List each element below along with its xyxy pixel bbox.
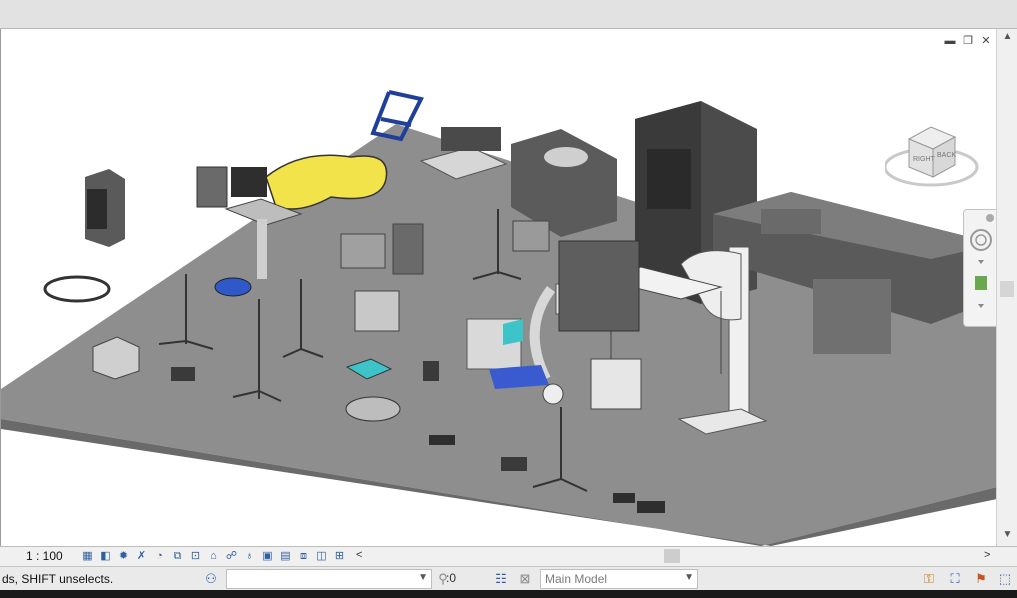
worksets-icon[interactable]: ⚇ — [202, 570, 220, 588]
horizontal-scrollbar[interactable] — [370, 549, 980, 563]
temporary-properties-icon[interactable]: ▣ — [260, 549, 275, 563]
device-small-8[interactable] — [501, 457, 527, 471]
reveal-constraints-icon[interactable]: ⊞ — [332, 549, 347, 563]
taskbar-strip — [0, 590, 1017, 598]
select-by-face-icon[interactable]: ⬚ — [996, 570, 1014, 588]
temporary-hide-icon[interactable]: ☍ — [224, 549, 239, 563]
status-bar: ds, SHIFT unselects. ⚇ ▼ ⚲ :0 ☷ ⊠ Main M… — [0, 566, 1017, 591]
view-cube-icon[interactable]: RIGHT BACK — [883, 125, 981, 191]
editable-count: :0 — [446, 571, 457, 585]
device-small-1[interactable] — [340, 233, 386, 269]
model-dropdown[interactable]: Main Model ▼ — [540, 569, 698, 589]
navigation-bar-icon[interactable] — [964, 210, 997, 326]
3d-viewport[interactable]: ▬ ❐ ✕ RIGHT BACK — [0, 29, 997, 546]
show-crop-icon[interactable]: ⊡ — [188, 549, 203, 563]
status-message: ds, SHIFT unselects. — [2, 572, 114, 586]
sun-path-icon[interactable]: ✹ — [116, 549, 131, 563]
vertical-scroll-thumb[interactable] — [1000, 281, 1014, 297]
device-small-9[interactable] — [613, 493, 635, 503]
viewcube-right-label: RIGHT — [913, 156, 936, 163]
device-small-4[interactable] — [512, 220, 550, 252]
crop-view-icon[interactable]: ⧉ — [170, 549, 185, 563]
scroll-down-icon[interactable]: ▼ — [997, 529, 1017, 540]
navigation-bar[interactable] — [963, 209, 997, 327]
shadows-icon[interactable]: ✗ — [134, 549, 149, 563]
device-small-7[interactable] — [423, 361, 439, 381]
rendering-icon[interactable]: ◔ — [152, 549, 167, 563]
view-scale[interactable]: 1 : 100 — [26, 549, 63, 563]
view-cube[interactable]: RIGHT BACK — [883, 125, 981, 191]
device-small-11[interactable] — [429, 435, 455, 445]
device-small-3[interactable] — [354, 290, 400, 332]
view-control-icons: ▦ ◧ ✹ ✗ ◔ ⧉ ⊡ ⌂ ☍ ♁ ▣ ▤ ⧈ ◫ ⊞ — [80, 549, 347, 563]
chevron-down-icon[interactable]: ▼ — [418, 572, 428, 583]
chevron-down-icon[interactable]: ▼ — [684, 572, 694, 583]
exclude-options-icon[interactable]: ⊠ — [516, 570, 534, 588]
device-small-2[interactable] — [392, 223, 424, 275]
select-links-icon[interactable]: ⚿ — [920, 570, 938, 588]
viewcube-back-label: BACK — [937, 152, 956, 159]
view-control-bar: 1 : 100 ▦ ◧ ✹ ✗ ◔ ⧉ ⊡ ⌂ ☍ ♁ ▣ ▤ ⧈ ◫ ⊞ < … — [0, 546, 1017, 566]
analytical-model-icon[interactable]: ⧈ — [296, 549, 311, 563]
highlight-displacement-icon[interactable]: ◫ — [314, 549, 329, 563]
design-options-icon[interactable]: ☷ — [492, 570, 510, 588]
detail-level-icon[interactable]: ▦ — [80, 549, 95, 563]
unlock-view-icon[interactable]: ⌂ — [206, 549, 221, 563]
model-scene[interactable] — [1, 29, 997, 546]
select-pinned-icon[interactable]: ⚑ — [972, 570, 990, 588]
device-small-6[interactable] — [196, 166, 228, 208]
worksharing-display-icon[interactable]: ▤ — [278, 549, 293, 563]
device-small-12[interactable] — [171, 367, 195, 381]
ring-object[interactable] — [43, 275, 111, 303]
select-underlay-icon[interactable]: ⛶ — [946, 570, 964, 588]
small-cabinet[interactable] — [85, 169, 125, 247]
vertical-scrollbar[interactable]: ▲ ▼ — [996, 29, 1017, 546]
scroll-right-arrow[interactable]: > — [984, 549, 990, 561]
model-dropdown-value: Main Model — [545, 572, 608, 586]
scroll-left-arrow[interactable]: < — [356, 549, 362, 561]
device-small-5[interactable] — [558, 240, 640, 332]
active-workset-dropdown[interactable]: ▼ — [226, 569, 432, 589]
blue-device[interactable] — [214, 277, 252, 297]
scroll-up-icon[interactable]: ▲ — [997, 31, 1017, 42]
top-toolbar — [0, 0, 1017, 29]
horizontal-scroll-thumb[interactable] — [664, 549, 680, 563]
visual-style-icon[interactable]: ◧ — [98, 549, 113, 563]
hidden-elements-icon[interactable]: ♁ — [242, 549, 257, 563]
device-small-10[interactable] — [637, 501, 665, 513]
round-base[interactable] — [345, 396, 401, 422]
